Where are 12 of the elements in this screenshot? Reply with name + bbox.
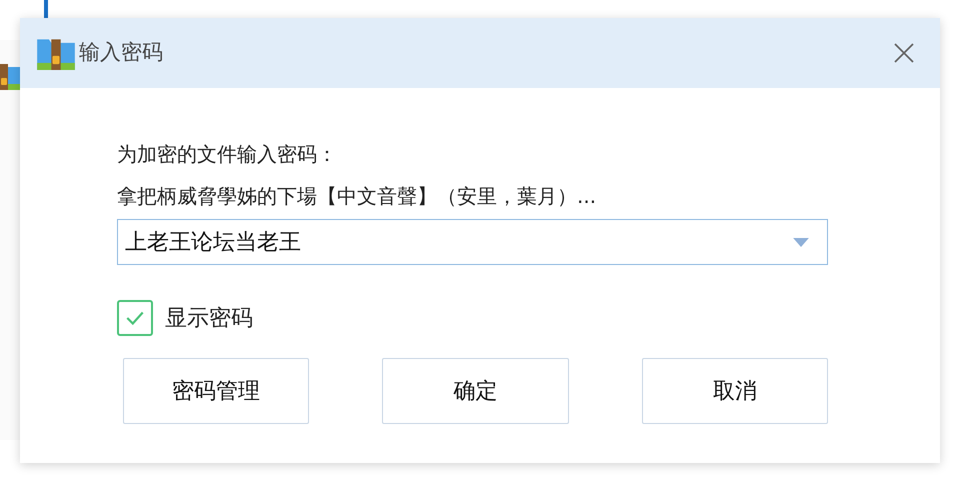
prompt-text: 为加密的文件输入密码： <box>117 141 338 167</box>
dialog-button[interactable]: 确定 <box>382 358 569 424</box>
archive-icon <box>37 36 75 70</box>
show-password-checkbox[interactable] <box>117 300 153 336</box>
checkbox-label: 显示密码 <box>165 304 253 332</box>
password-combo[interactable]: 上老王论坛当老王 <box>117 219 828 265</box>
file-name: 拿把柄威脅學姊的下場【中文音聲】（安里，葉月）... <box>117 183 598 209</box>
password-field[interactable]: 上老王论坛当老王 <box>125 226 793 258</box>
dialog-button[interactable]: 取消 <box>642 358 828 424</box>
window-title: 输入密码 <box>79 39 163 66</box>
close-icon[interactable] <box>892 41 916 65</box>
dialog-button[interactable]: 密码管理 <box>123 358 310 424</box>
